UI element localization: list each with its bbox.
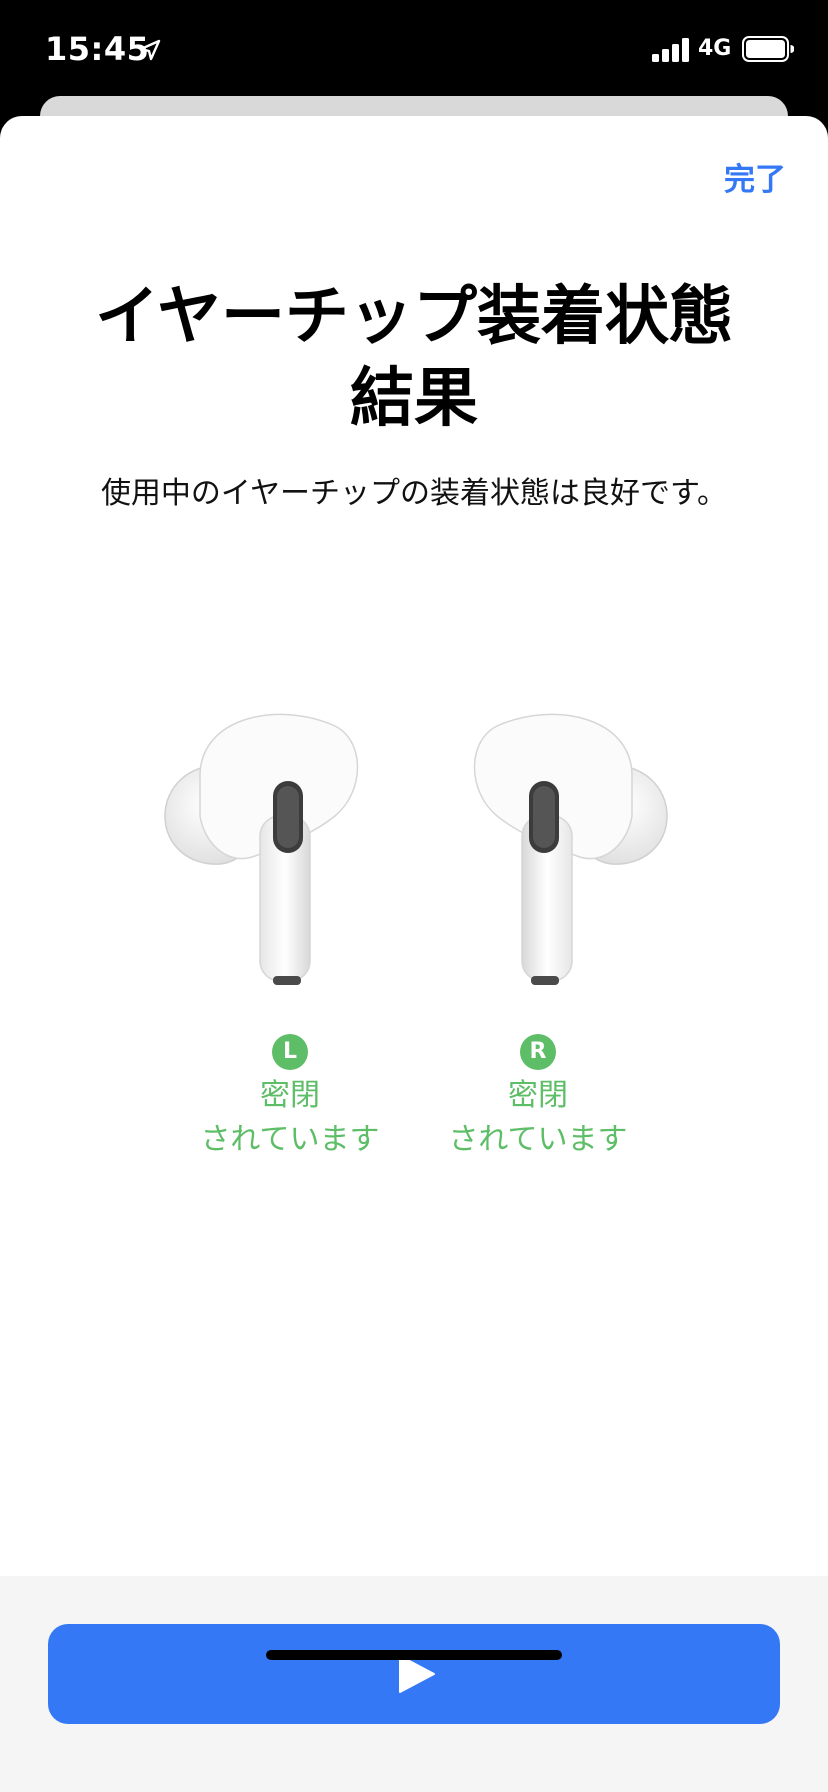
right-fit-result: R 密閉 されています [428,1034,648,1162]
left-result-line2: されています [200,1122,380,1157]
page-title-line2: 結果 [350,362,478,436]
play-test-button[interactable] [48,1624,780,1724]
right-result-line1: 密閉 [508,1078,568,1113]
location-arrow-icon [139,39,161,61]
status-time: 15:45 [45,30,150,68]
page-title-line1: イヤーチップ装着状態 [94,280,734,354]
status-bar: 15:45 4G [0,0,828,96]
play-icon [399,1655,435,1693]
battery-icon [742,36,794,62]
right-airpod-image [473,713,668,985]
cellular-signal-icon [652,38,689,62]
left-side-badge: L [272,1034,308,1070]
right-side-badge: R [520,1034,556,1070]
bottom-toolbar [0,1576,828,1792]
page-title: イヤーチップ装着状態 結果 [60,276,768,440]
right-result-line2: されています [448,1122,628,1157]
left-airpod-image [164,713,359,985]
left-fit-result: L 密閉 されています [180,1034,400,1162]
result-description: 使用中のイヤーチップの装着状態は良好です。 [100,476,728,511]
left-result-line1: 密閉 [260,1078,320,1113]
network-type: 4G [698,36,732,61]
done-button[interactable]: 完了 [724,154,786,199]
results-sheet: 完了 イヤーチップ装着状態 結果 使用中のイヤーチップの装着状態は良好です。 L… [0,116,828,1792]
home-indicator[interactable] [266,1650,562,1660]
